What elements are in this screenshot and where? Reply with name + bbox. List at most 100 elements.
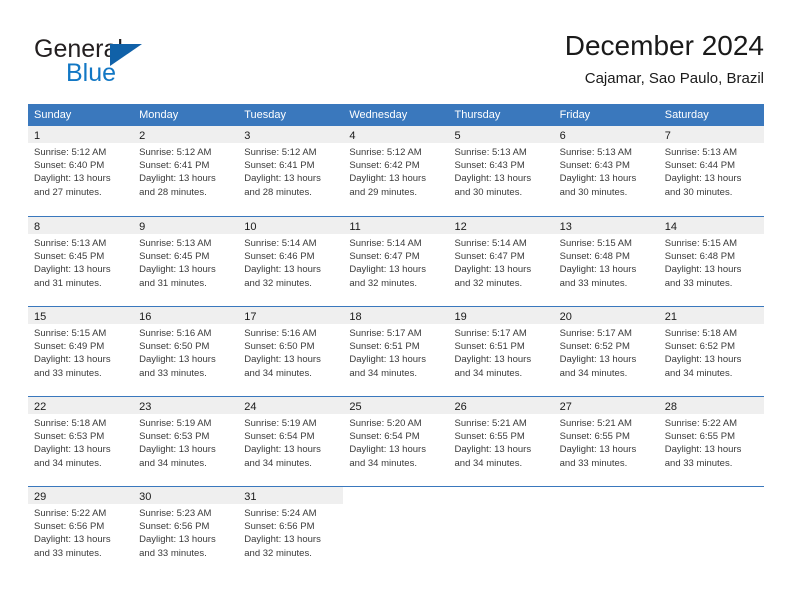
sunset-time: Sunset: 6:43 PM (454, 160, 525, 172)
day-details: Sunrise: 5:23 AM Sunset: 6:56 PM Daylight:… (133, 504, 238, 560)
daylight-duration-line2: and 34 minutes. (244, 367, 312, 379)
day-details: Sunrise: 5:19 AM Sunset: 6:53 PM Daylight:… (133, 414, 238, 470)
day-details: Sunrise: 5:14 AM Sunset: 6:46 PM Daylight:… (238, 234, 343, 290)
calendar-day-cell[interactable]: 18 Sunrise: 5:17 AM Sunset: 6:51 PM Dayligh… (343, 307, 449, 396)
calendar-day-cell[interactable]: 30 Sunrise: 5:23 AM Sunset: 6:56 PM Dayligh… (133, 487, 239, 576)
daylight-duration-line2: and 30 minutes. (454, 186, 523, 198)
calendar-day-cell[interactable]: 10 Sunrise: 5:14 AM Sunset: 6:46 PM Dayligh… (238, 217, 344, 306)
calendar-day-cell[interactable]: 26 Sunrise: 5:21 AM Sunset: 6:55 PM Dayligh… (448, 397, 554, 486)
day-number-band: 20 (553, 307, 659, 324)
calendar-day-cell[interactable]: 1 Sunrise: 5:12 AM Sunset: 6:40 PM Daylight… (28, 126, 134, 216)
calendar-day-cell[interactable]: 29 Sunrise: 5:22 AM Sunset: 6:56 PM Dayligh… (28, 487, 134, 576)
day-number-band: 8 (28, 217, 134, 234)
sunrise-time: Sunrise: 5:19 AM (139, 418, 212, 429)
calendar-day-cell[interactable]: 28 Sunrise: 5:22 AM Sunset: 6:55 PM Dayligh… (658, 397, 764, 486)
sunset-time: Sunset: 6:54 PM (244, 431, 315, 443)
calendar-day-cell[interactable]: 4 Sunrise: 5:12 AM Sunset: 6:42 PM Daylight… (343, 126, 449, 216)
sunrise-time: Sunrise: 5:13 AM (559, 147, 632, 158)
day-number: 3 (244, 130, 251, 142)
calendar-day-cell[interactable]: 17 Sunrise: 5:16 AM Sunset: 6:50 PM Dayligh… (238, 307, 344, 396)
calendar-day-cell[interactable]: 22 Sunrise: 5:18 AM Sunset: 6:53 PM Dayligh… (28, 397, 134, 486)
daylight-duration-line2: and 33 minutes. (139, 367, 207, 379)
day-details: Sunrise: 5:13 AM Sunset: 6:43 PM Daylight:… (554, 143, 659, 199)
day-details: Sunrise: 5:15 AM Sunset: 6:48 PM Daylight:… (554, 234, 659, 290)
daylight-duration-line1: Daylight: 13 hours (244, 354, 321, 366)
day-details: Sunrise: 5:19 AM Sunset: 6:54 PM Daylight:… (238, 414, 343, 470)
sunrise-time: Sunrise: 5:20 AM (349, 418, 422, 429)
sunrise-time: Sunrise: 5:22 AM (34, 508, 107, 519)
calendar-grid: Sunday Monday Tuesday Wednesday Thursday Frid… (28, 104, 764, 576)
day-number-band: 16 (133, 307, 239, 324)
day-number-band: 27 (553, 397, 659, 414)
daylight-duration-line1: Daylight: 13 hours (559, 354, 637, 366)
calendar-day-cell[interactable]: 16 Sunrise: 5:16 AM Sunset: 6:50 PM Dayligh… (133, 307, 239, 396)
calendar-day-cell[interactable]: 12 Sunrise: 5:14 AM Sunset: 6:47 PM Dayligh… (448, 217, 554, 306)
sunset-time: Sunset: 6:52 PM (664, 341, 735, 353)
day-number-band: 9 (133, 217, 239, 234)
weekday-header-monday: Monday (139, 109, 179, 121)
general-blue-logo[interactable]: General Blue (34, 34, 224, 90)
daylight-duration-line2: and 31 minutes. (34, 277, 102, 289)
sunset-time: Sunset: 6:48 PM (559, 251, 630, 263)
daylight-duration-line2: and 34 minutes. (664, 367, 733, 379)
daylight-duration-line1: Daylight: 13 hours (349, 173, 426, 185)
day-number: 29 (34, 491, 47, 503)
day-number: 17 (244, 311, 257, 323)
day-number: 25 (349, 401, 362, 413)
calendar-day-cell[interactable]: 9 Sunrise: 5:13 AM Sunset: 6:45 PM Daylight… (133, 217, 239, 306)
sunrise-time: Sunrise: 5:14 AM (454, 238, 527, 249)
calendar-day-cell[interactable]: 20 Sunrise: 5:17 AM Sunset: 6:52 PM Dayligh… (553, 307, 659, 396)
sunrise-time: Sunrise: 5:17 AM (454, 328, 527, 339)
calendar-day-cell[interactable]: 11 Sunrise: 5:14 AM Sunset: 6:47 PM Dayligh… (343, 217, 449, 306)
title-block: December 2024 Cajamar, Sao Paulo, Brazil (344, 28, 764, 90)
day-details: Sunrise: 5:22 AM Sunset: 6:56 PM Daylight:… (28, 504, 133, 560)
day-number: 22 (34, 401, 47, 413)
calendar-day-cell[interactable]: 8 Sunrise: 5:13 AM Sunset: 6:45 PM Daylight… (28, 217, 134, 306)
calendar-week-row: 22 Sunrise: 5:18 AM Sunset: 6:53 PM Dayligh… (28, 396, 764, 486)
calendar-day-cell[interactable]: 31 Sunrise: 5:24 AM Sunset: 6:56 PM Dayligh… (238, 487, 344, 576)
day-details: Sunrise: 5:14 AM Sunset: 6:47 PM Daylight:… (449, 234, 554, 290)
day-number: 8 (34, 221, 41, 233)
logo-text-blue: Blue (66, 59, 117, 87)
calendar-day-cell[interactable]: 13 Sunrise: 5:15 AM Sunset: 6:48 PM Dayligh… (553, 217, 659, 306)
daylight-duration-line1: Daylight: 13 hours (454, 264, 532, 276)
day-details: Sunrise: 5:13 AM Sunset: 6:44 PM Daylight:… (659, 143, 764, 199)
calendar-day-cell[interactable]: 24 Sunrise: 5:19 AM Sunset: 6:54 PM Dayligh… (238, 397, 344, 486)
calendar-page: General Blue December 2024 Cajamar, Sao … (0, 0, 792, 612)
day-number-band (343, 487, 448, 504)
sunset-time: Sunset: 6:43 PM (559, 160, 630, 172)
day-number-band: 14 (658, 217, 764, 234)
daylight-duration-line2: and 34 minutes. (349, 457, 417, 469)
sunset-time: Sunset: 6:55 PM (664, 431, 735, 443)
sunrise-time: Sunrise: 5:18 AM (34, 418, 107, 429)
calendar-day-cell[interactable]: 7 Sunrise: 5:13 AM Sunset: 6:44 PM Daylight… (658, 126, 764, 216)
daylight-duration-line1: Daylight: 13 hours (349, 444, 426, 456)
day-details: Sunrise: 5:12 AM Sunset: 6:40 PM Daylight:… (28, 143, 133, 199)
calendar-day-cell[interactable]: 14 Sunrise: 5:15 AM Sunset: 6:48 PM Dayligh… (658, 217, 764, 306)
weekday-header-wednesday: Wednesday (349, 109, 408, 121)
page-title: December 2024 (564, 30, 764, 61)
calendar-day-cell[interactable]: 19 Sunrise: 5:17 AM Sunset: 6:51 PM Dayligh… (448, 307, 554, 396)
calendar-day-cell[interactable]: 25 Sunrise: 5:20 AM Sunset: 6:54 PM Dayligh… (343, 397, 449, 486)
day-number: 12 (454, 221, 467, 233)
daylight-duration-line1: Daylight: 13 hours (559, 264, 637, 276)
calendar-day-cell[interactable]: 2 Sunrise: 5:12 AM Sunset: 6:41 PM Daylight… (133, 126, 239, 216)
calendar-day-cell[interactable]: 21 Sunrise: 5:18 AM Sunset: 6:52 PM Dayligh… (658, 307, 764, 396)
calendar-day-cell[interactable]: 5 Sunrise: 5:13 AM Sunset: 6:43 PM Daylight… (448, 126, 554, 216)
daylight-duration-line2: and 33 minutes. (664, 457, 733, 469)
calendar-day-cell[interactable]: 3 Sunrise: 5:12 AM Sunset: 6:41 PM Daylight… (238, 126, 344, 216)
calendar-day-cell[interactable]: 15 Sunrise: 5:15 AM Sunset: 6:49 PM Dayligh… (28, 307, 134, 396)
sunset-time: Sunset: 6:53 PM (34, 431, 105, 443)
daylight-duration-line1: Daylight: 13 hours (34, 173, 111, 185)
sunrise-time: Sunrise: 5:15 AM (664, 238, 738, 249)
day-number-band: 23 (133, 397, 239, 414)
daylight-duration-line2: and 34 minutes. (34, 457, 102, 469)
daylight-duration-line2: and 34 minutes. (454, 367, 523, 379)
day-details: Sunrise: 5:15 AM Sunset: 6:49 PM Daylight:… (28, 324, 133, 380)
daylight-duration-line2: and 34 minutes. (139, 457, 207, 469)
day-number-band: 6 (553, 126, 659, 143)
calendar-day-cell[interactable]: 27 Sunrise: 5:21 AM Sunset: 6:55 PM Dayligh… (553, 397, 659, 486)
calendar-day-cell[interactable]: 23 Sunrise: 5:19 AM Sunset: 6:53 PM Dayligh… (133, 397, 239, 486)
calendar-day-cell[interactable]: 6 Sunrise: 5:13 AM Sunset: 6:43 PM Daylight… (553, 126, 659, 216)
day-number-band: 12 (448, 217, 554, 234)
